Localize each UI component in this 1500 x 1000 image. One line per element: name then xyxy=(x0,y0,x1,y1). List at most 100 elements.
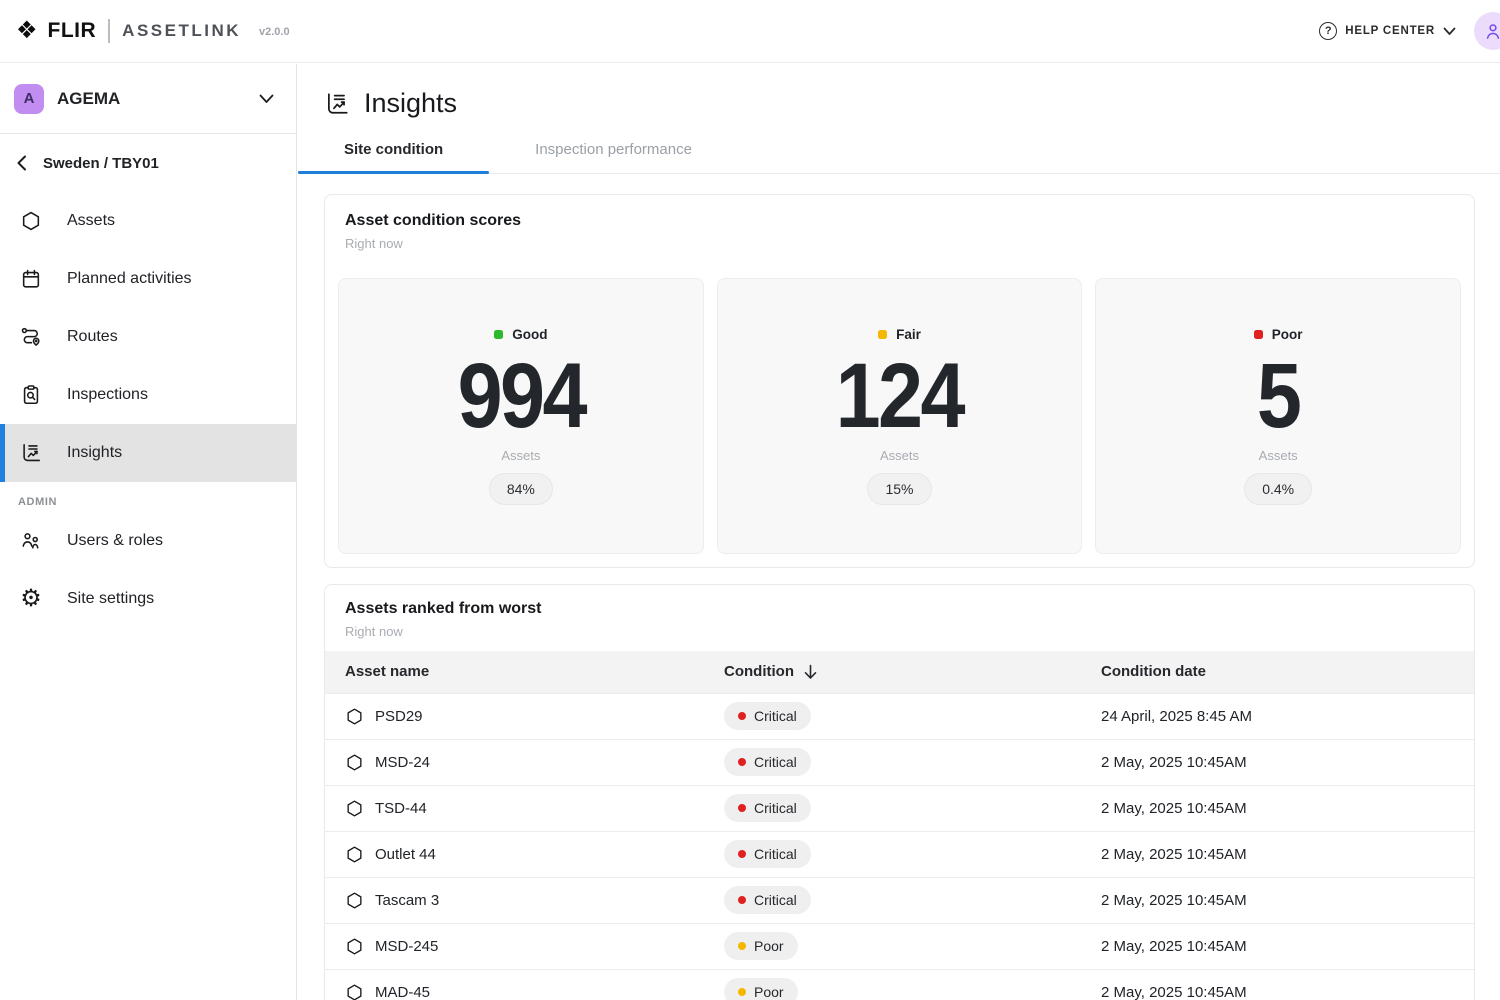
table-row[interactable]: MSD-24 Critical 2 May, 2025 10:45AM xyxy=(325,739,1474,785)
condition-badge: Critical xyxy=(724,886,811,914)
condition-label: Critical xyxy=(754,800,797,816)
card-title: Asset condition scores xyxy=(345,212,1461,230)
condition-dot xyxy=(738,712,746,720)
org-switcher[interactable]: A AGEMA xyxy=(0,64,296,134)
table-body: PSD29 Critical 24 April, 2025 8:45 AM xyxy=(325,693,1474,1000)
chevron-down-icon xyxy=(1443,27,1456,36)
table-row[interactable]: MSD-245 Poor 2 May, 2025 10:45AM xyxy=(325,923,1474,969)
brand: ❖ FLIR ASSETLINK v2.0.0 xyxy=(16,19,290,43)
tile-legend: Fair xyxy=(878,327,921,342)
condition-badge: Poor xyxy=(724,932,798,960)
site-name: Sweden / TBY01 xyxy=(43,155,159,172)
sidebar-item-label: Assets xyxy=(67,212,115,230)
hexagon-asset-icon xyxy=(345,799,364,818)
tile-legend: Poor xyxy=(1254,327,1303,342)
brand-divider xyxy=(108,19,110,43)
flir-logo-icon: ❖ xyxy=(16,19,38,43)
brand-flir: FLIR xyxy=(48,19,97,43)
legend-dot xyxy=(1254,330,1263,339)
sidebar-item-planned-activities[interactable]: Planned activities xyxy=(0,250,296,308)
condition-dot xyxy=(738,896,746,904)
top-bar-right: ? HELP CENTER xyxy=(1319,12,1500,50)
asset-name: MSD-24 xyxy=(375,754,430,771)
sidebar-item-assets[interactable]: Assets xyxy=(0,192,296,250)
condition-label: Critical xyxy=(754,754,797,770)
app-root: ❖ FLIR ASSETLINK v2.0.0 ? HELP CENTER xyxy=(0,0,1500,1000)
column-asset-name: Asset name xyxy=(325,651,724,693)
hexagon-asset-icon xyxy=(345,845,364,864)
column-condition-date: Condition date xyxy=(1101,651,1474,693)
sidebar-item-label: Insights xyxy=(67,444,122,462)
table-header: Asset name Condition Condition date xyxy=(325,651,1474,693)
condition-label: Poor xyxy=(754,938,784,954)
legend-label: Fair xyxy=(896,327,921,342)
chevron-down-icon xyxy=(259,94,274,104)
tile-unit: Assets xyxy=(1259,448,1298,463)
hexagon-asset-icon xyxy=(345,983,364,1000)
table-row[interactable]: MAD-45 Poor 2 May, 2025 10:45AM xyxy=(325,969,1474,1000)
condition-badge: Critical xyxy=(724,794,811,822)
legend-label: Good xyxy=(512,327,547,342)
condition-label: Poor xyxy=(754,984,784,1000)
condition-date: 2 May, 2025 10:45AM xyxy=(1101,831,1474,877)
site-back-link[interactable]: Sweden / TBY01 xyxy=(0,134,296,192)
sidebar-item-users-roles[interactable]: Users & roles xyxy=(0,512,296,570)
table-row[interactable]: Tascam 3 Critical 2 May, 2025 10:45AM xyxy=(325,877,1474,923)
column-condition-sort[interactable]: Condition xyxy=(724,651,1101,693)
sidebar-item-label: Routes xyxy=(67,328,118,346)
asset-name: MSD-245 xyxy=(375,938,438,955)
asset-name: MAD-45 xyxy=(375,984,430,1000)
chevron-left-icon xyxy=(16,155,27,171)
tile-legend: Good xyxy=(494,327,547,342)
condition-date: 2 May, 2025 10:45AM xyxy=(1101,739,1474,785)
table-row[interactable]: TSD-44 Critical 2 May, 2025 10:45AM xyxy=(325,785,1474,831)
sort-descending-icon xyxy=(803,664,818,680)
sidebar-item-routes[interactable]: Routes xyxy=(0,308,296,366)
condition-date: 2 May, 2025 10:45AM xyxy=(1101,969,1474,1000)
gear-icon: ⚙ xyxy=(19,587,43,611)
tile-percent-badge: 84% xyxy=(489,473,553,505)
condition-date: 2 May, 2025 10:45AM xyxy=(1101,877,1474,923)
sidebar-item-insights[interactable]: Insights xyxy=(0,424,296,482)
condition-badge: Critical xyxy=(724,702,811,730)
condition-date: 2 May, 2025 10:45AM xyxy=(1101,785,1474,831)
tab-site-condition[interactable]: Site condition xyxy=(298,141,489,173)
tile-percent-badge: 0.4% xyxy=(1244,473,1312,505)
table-row[interactable]: PSD29 Critical 24 April, 2025 8:45 AM xyxy=(325,693,1474,739)
condition-label: Critical xyxy=(754,708,797,724)
tile-unit: Assets xyxy=(880,448,919,463)
tile-count: 124 xyxy=(836,348,963,445)
card-header: Assets ranked from worst Right now xyxy=(325,585,1474,651)
asset-name: TSD-44 xyxy=(375,800,427,817)
sidebar-item-inspections[interactable]: Inspections xyxy=(0,366,296,424)
sidebar-item-label: Inspections xyxy=(67,386,148,404)
tab-inspection-performance[interactable]: Inspection performance xyxy=(489,141,738,173)
condition-dot xyxy=(738,804,746,812)
help-center-button[interactable]: ? HELP CENTER xyxy=(1319,22,1456,40)
condition-dot xyxy=(738,942,746,950)
condition-label: Critical xyxy=(754,892,797,908)
sidebar-item-label: Planned activities xyxy=(67,270,192,288)
hexagon-asset-icon xyxy=(345,891,364,910)
card-title: Assets ranked from worst xyxy=(345,600,1461,618)
sidebar-item-site-settings[interactable]: ⚙ Site settings xyxy=(0,570,296,628)
sidebar-item-label: Users & roles xyxy=(67,532,163,550)
condition-date: 24 April, 2025 8:45 AM xyxy=(1101,693,1474,739)
sidebar: A AGEMA Sweden / TBY01 Assets xyxy=(0,64,297,1000)
asset-condition-scores-card: Asset condition scores Right now Good 99… xyxy=(324,194,1475,568)
hexagon-asset-icon xyxy=(345,937,364,956)
condition-badge: Critical xyxy=(724,748,811,776)
user-avatar[interactable] xyxy=(1474,12,1500,50)
score-tiles: Good 994 Assets 84% Fair 124 Assets xyxy=(325,264,1474,567)
legend-dot xyxy=(878,330,887,339)
table-row[interactable]: Outlet 44 Critical 2 May, 2025 10:45AM xyxy=(325,831,1474,877)
app-version: v2.0.0 xyxy=(259,26,290,38)
help-center-label: HELP CENTER xyxy=(1345,25,1435,37)
page-header: Insights xyxy=(324,88,1500,119)
tab-bar: Site condition Inspection performance xyxy=(298,141,1500,174)
score-tile: Good 994 Assets 84% xyxy=(338,278,704,554)
top-bar: ❖ FLIR ASSETLINK v2.0.0 ? HELP CENTER xyxy=(0,0,1500,63)
page-title: Insights xyxy=(364,88,457,119)
sidebar-nav: Assets Planned activities xyxy=(0,192,296,482)
brand-product: ASSETLINK xyxy=(122,21,241,41)
